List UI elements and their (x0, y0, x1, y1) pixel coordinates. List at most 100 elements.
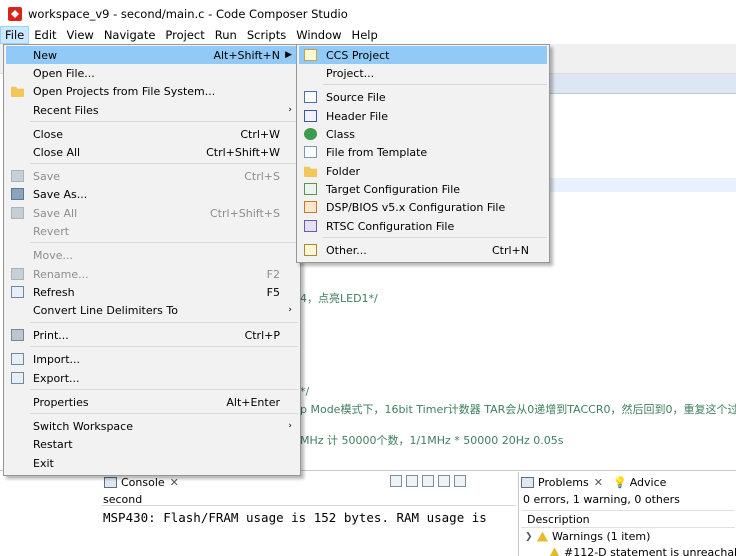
menu-item-save-as[interactable]: Save As... (6, 185, 298, 203)
menu-item-exit[interactable]: Exit (6, 454, 298, 472)
open-console-icon[interactable] (438, 475, 450, 487)
console-output: MSP430: Flash/FRAM usage is 152 bytes. R… (103, 510, 487, 525)
rtsc-icon (304, 220, 317, 232)
menu-window[interactable]: Window (291, 26, 346, 44)
menu-item-label: Close (33, 127, 63, 141)
menu-item-rename[interactable]: Rename... F2 (6, 265, 298, 283)
window-title: workspace_v9 - second/main.c - Code Comp… (28, 7, 348, 21)
menu-item-rtsc-config[interactable]: RTSC Configuration File (299, 217, 547, 235)
menu-item-label: Close All (33, 145, 81, 159)
menu-edit[interactable]: Edit (29, 26, 61, 44)
menu-item-refresh[interactable]: Refresh F5 (6, 283, 298, 301)
menu-scripts[interactable]: Scripts (242, 26, 291, 44)
menu-item-ccs-project[interactable]: CCS Project (299, 46, 547, 64)
header-file-icon (304, 110, 317, 122)
view-menu-icon[interactable] (454, 475, 466, 487)
menu-file[interactable]: File (0, 26, 30, 44)
problems-tab[interactable]: Problems ✕ (521, 472, 603, 492)
advice-tab[interactable]: 💡 Advice (613, 472, 666, 492)
menu-item-close-all[interactable]: Close All Ctrl+Shift+W (6, 143, 298, 161)
menu-item-dsp-bios-config[interactable]: DSP/BIOS v5.x Configuration File (299, 198, 547, 216)
menu-item-header-file[interactable]: Header File (299, 107, 547, 125)
menu-item-close[interactable]: Close Ctrl+W (6, 125, 298, 143)
close-icon[interactable]: ✕ (594, 476, 603, 489)
warning-icon (537, 531, 548, 542)
menu-item-shortcut: Alt+Shift+N (213, 48, 280, 62)
description-column-header[interactable]: Description (521, 510, 735, 528)
menu-item-export[interactable]: Export... (6, 369, 298, 387)
menu-item-project[interactable]: Project... (299, 64, 547, 82)
class-icon (304, 128, 317, 140)
menu-separator (30, 322, 298, 323)
menu-project[interactable]: Project (160, 26, 209, 44)
problems-view: Problems ✕ 💡 Advice 0 errors, 1 warning,… (518, 472, 736, 556)
menu-item-new[interactable]: New Alt+Shift+N ▶ (6, 46, 298, 64)
menu-navigate[interactable]: Navigate (99, 26, 161, 44)
menu-item-recent-files[interactable]: Recent Files › (6, 101, 298, 119)
console-icon (104, 476, 117, 488)
menu-item-label: Properties (33, 395, 89, 409)
menu-item-source-file[interactable]: Source File (299, 88, 547, 106)
file-menu: New Alt+Shift+N ▶ Open File... Open Proj… (3, 44, 301, 476)
menu-item-print[interactable]: Print... Ctrl+P (6, 326, 298, 344)
clear-console-icon[interactable] (390, 475, 402, 487)
menu-run[interactable]: Run (210, 26, 242, 44)
ccs-app-icon (8, 7, 22, 21)
submenu-arrow-icon: › (288, 105, 292, 115)
refresh-icon (11, 286, 24, 298)
menu-item-convert-line-delimiters[interactable]: Convert Line Delimiters To › (6, 301, 298, 319)
console-tab-label: Console (121, 475, 165, 489)
folder-icon (304, 166, 317, 177)
menu-item-label: Recent Files (33, 103, 99, 117)
menu-item-open-projects[interactable]: Open Projects from File System... (6, 82, 298, 100)
menu-item-shortcut: Ctrl+P (244, 328, 280, 342)
menu-item-target-configuration-file[interactable]: Target Configuration File (299, 180, 547, 198)
menu-item-label: Other... (326, 243, 367, 257)
menu-item-revert[interactable]: Revert (6, 222, 298, 240)
pin-console-icon[interactable] (406, 475, 418, 487)
title-bar: workspace_v9 - second/main.c - Code Comp… (0, 0, 736, 28)
menu-item-file-from-template[interactable]: File from Template (299, 143, 547, 161)
advice-tab-label: Advice (629, 475, 667, 489)
menu-item-class[interactable]: Class (299, 125, 547, 143)
close-icon[interactable]: ✕ (170, 476, 179, 489)
menu-item-label: Target Configuration File (326, 182, 461, 196)
menu-item-switch-workspace[interactable]: Switch Workspace › (6, 417, 298, 435)
save-all-icon (11, 207, 24, 219)
menu-item-other[interactable]: Other... Ctrl+N (299, 241, 547, 259)
menu-item-shortcut: F5 (266, 285, 280, 299)
problem-entry-row[interactable]: #112-D statement is unreachable (549, 546, 736, 556)
problem-entry-label: #112-D statement is unreachable (564, 546, 736, 556)
export-icon (11, 372, 24, 384)
menu-separator (30, 121, 298, 122)
menu-help[interactable]: Help (347, 26, 383, 44)
menu-item-label: Save (33, 169, 61, 183)
menu-item-restart[interactable]: Restart (6, 435, 298, 453)
menu-item-shortcut: Ctrl+Shift+W (206, 145, 280, 159)
menu-item-import[interactable]: Import... (6, 350, 298, 368)
menu-item-move[interactable]: Move... (6, 246, 298, 264)
menu-item-label: Save All (33, 206, 78, 220)
warnings-group-row[interactable]: ❯ Warnings (1 item) (525, 530, 650, 543)
save-icon (11, 170, 24, 182)
console-toolbar (390, 475, 466, 487)
menu-item-label: Switch Workspace (33, 419, 133, 433)
menu-item-properties[interactable]: Properties Alt+Enter (6, 393, 298, 411)
menu-separator (323, 237, 547, 238)
menu-item-save[interactable]: Save Ctrl+S (6, 167, 298, 185)
chevron-down-icon[interactable]: ❯ (525, 532, 537, 542)
menu-item-label: Class (326, 127, 355, 141)
menu-separator (323, 84, 547, 85)
display-console-icon[interactable] (422, 475, 434, 487)
menu-item-label: Header File (326, 109, 388, 123)
problems-summary: 0 errors, 1 warning, 0 others (523, 493, 680, 506)
problems-tab-label: Problems (538, 475, 589, 489)
menu-item-folder[interactable]: Folder (299, 162, 547, 180)
menu-item-open-file[interactable]: Open File... (6, 64, 298, 82)
code-comment-line: */ (300, 385, 310, 398)
folder-icon (11, 86, 24, 97)
menu-view[interactable]: View (62, 26, 99, 44)
menu-item-label: Save As... (33, 187, 88, 201)
menu-separator (30, 413, 298, 414)
menu-item-save-all[interactable]: Save All Ctrl+Shift+S (6, 204, 298, 222)
